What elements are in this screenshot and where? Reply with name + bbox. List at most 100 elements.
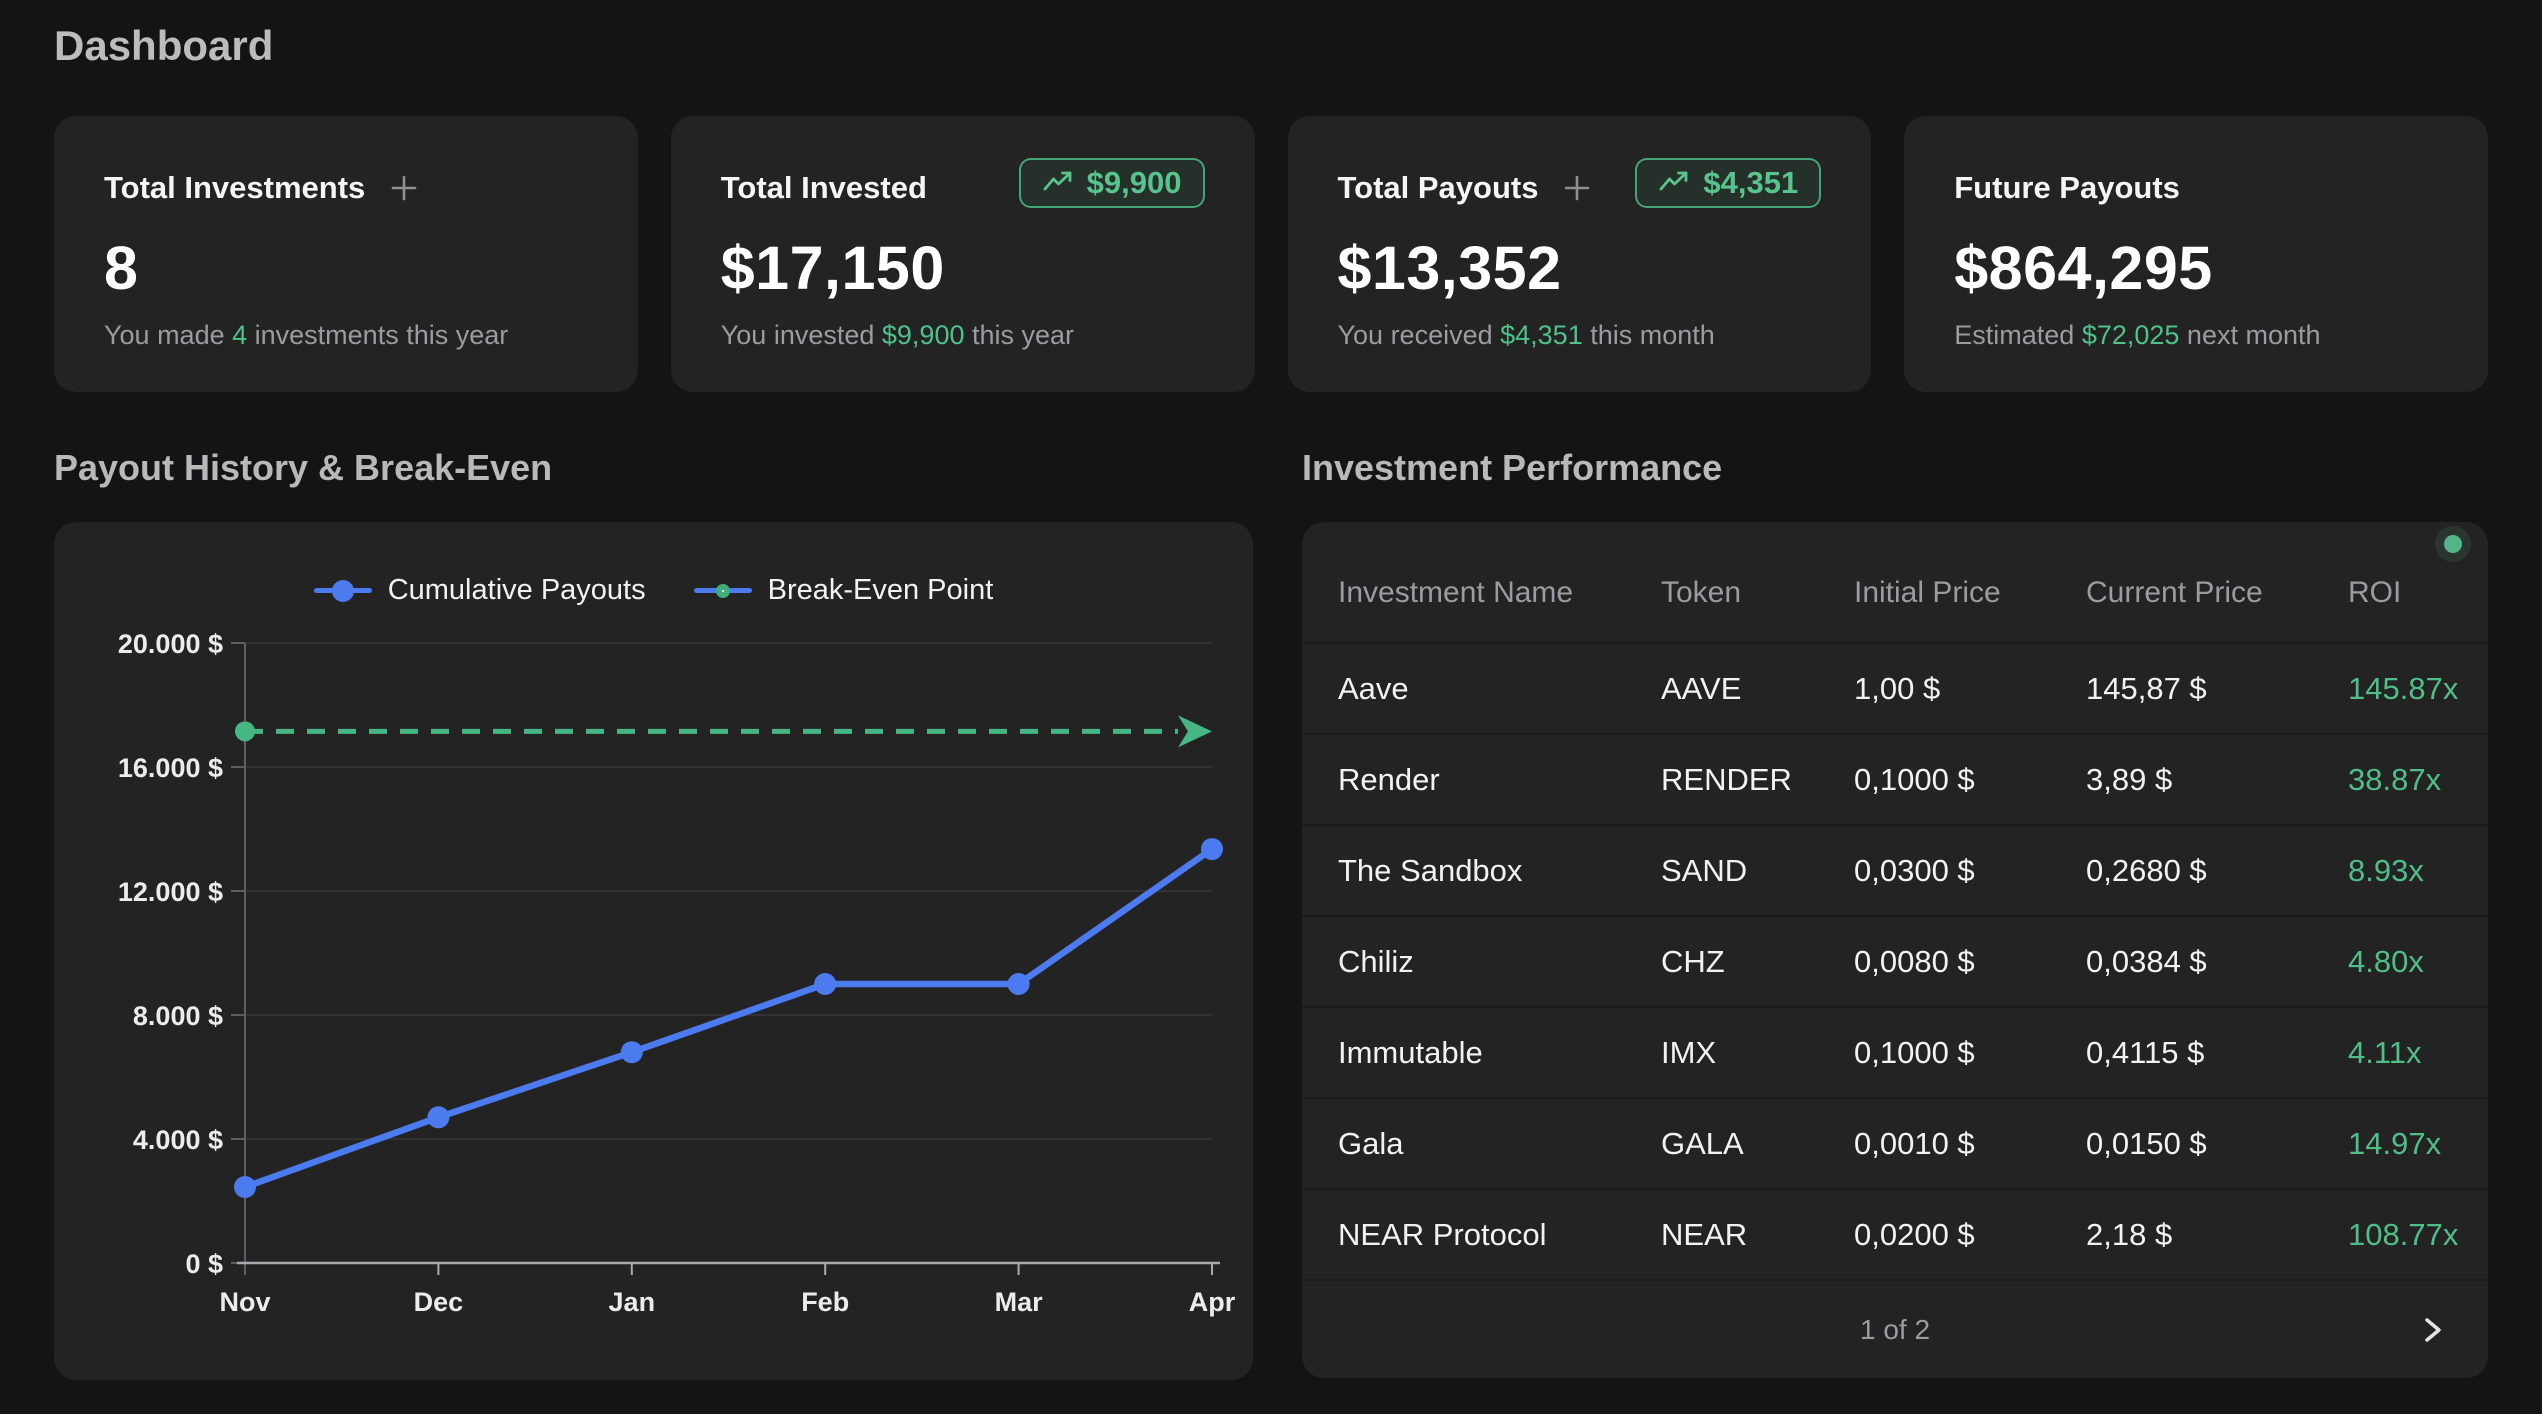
cell-roi: 8.93x <box>2348 853 2452 889</box>
cell-name: Aave <box>1338 671 1661 707</box>
svg-text:12.000 $: 12.000 $ <box>118 877 223 907</box>
table-row-aave: AaveAAVE1,00 $145,87 $145.87x <box>1302 642 2488 733</box>
cell-token: SAND <box>1661 853 1854 889</box>
stat-card-future-payouts: Future Payouts $864,295 Estimated $72,025 … <box>1904 116 2488 392</box>
cell-roi: 4.11x <box>2348 1035 2452 1071</box>
cell-current-price: 145,87 $ <box>2086 671 2348 707</box>
card-subtext-post: next month <box>2179 320 2320 350</box>
plus-icon <box>1562 173 1592 203</box>
trend-badge: $4,351 <box>1635 158 1821 208</box>
cell-name: The Sandbox <box>1338 853 1661 889</box>
cell-token: CHZ <box>1661 944 1854 980</box>
column-header-initial-price: Initial Price <box>1854 576 2086 610</box>
cell-roi: 108.77x <box>2348 1217 2458 1253</box>
card-subtext-pre: You invested <box>721 320 882 350</box>
card-subtext-highlight: $4,351 <box>1500 320 1583 350</box>
card-value: $864,295 <box>1954 236 2438 300</box>
chevron-right-icon <box>2420 1314 2446 1346</box>
card-label: Future Payouts <box>1954 170 2180 206</box>
table-section-title: Investment Performance <box>1302 444 1722 492</box>
cell-initial-price: 0,1000 $ <box>1854 762 2086 798</box>
cell-name: Render <box>1338 762 1661 798</box>
card-header: Total Investments <box>104 166 588 210</box>
legend-label: Break-Even Point <box>768 574 994 607</box>
payout-chart: 0 $4.000 $8.000 $12.000 $16.000 $20.000 … <box>54 622 1253 1380</box>
cell-initial-price: 0,0010 $ <box>1854 1126 2086 1162</box>
live-status-dot-icon <box>2444 535 2462 553</box>
cell-current-price: 0,2680 $ <box>2086 853 2348 889</box>
legend-item-break-even-point[interactable]: Break-Even Point <box>694 574 994 607</box>
cell-current-price: 3,89 $ <box>2086 762 2348 798</box>
next-page-button[interactable] <box>2414 1308 2452 1352</box>
card-value: $13,352 <box>1338 236 1822 300</box>
cell-current-price: 0,0150 $ <box>2086 1126 2348 1162</box>
table-row-the-sandbox: The SandboxSAND0,0300 $0,2680 $8.93x <box>1302 824 2488 915</box>
svg-text:8.000 $: 8.000 $ <box>133 1001 223 1031</box>
card-subtext-pre: Estimated <box>1954 320 2082 350</box>
svg-text:Jan: Jan <box>609 1287 656 1317</box>
table-row-gala: GalaGALA0,0010 $0,0150 $14.97x <box>1302 1097 2488 1188</box>
table-header: Investment NameTokenInitial PriceCurrent… <box>1302 522 2488 642</box>
cell-initial-price: 0,0200 $ <box>1854 1217 2086 1253</box>
cell-token: NEAR <box>1661 1217 1854 1253</box>
table-pagination: 1 of 2 <box>1302 1279 2488 1378</box>
stat-card-total-invested: Total Invested $9,900 $17,150 You invested … <box>671 116 1255 392</box>
card-subtext: Estimated $72,025 next month <box>1954 318 2438 352</box>
trending-up-icon <box>1658 168 1690 198</box>
cell-roi: 145.87x <box>2348 671 2458 707</box>
card-subtext-pre: You received <box>1338 320 1501 350</box>
cell-roi: 14.97x <box>2348 1126 2452 1162</box>
add-button[interactable] <box>1562 173 1592 203</box>
table-row-chiliz: ChilizCHZ0,0080 $0,0384 $4.80x <box>1302 915 2488 1006</box>
stat-cards-row: Total Investments 8 You made 4 investments… <box>54 116 2488 392</box>
cell-token: RENDER <box>1661 762 1854 798</box>
card-subtext-post: investments this year <box>247 320 508 350</box>
trend-badge: $9,900 <box>1019 158 1205 208</box>
column-header-current-price: Current Price <box>2086 576 2348 610</box>
card-header: Future Payouts <box>1954 166 2438 210</box>
table-body: AaveAAVE1,00 $145,87 $145.87x RenderRENDE… <box>1302 642 2488 1279</box>
card-value: $17,150 <box>721 236 1205 300</box>
cell-current-price: 0,0384 $ <box>2086 944 2348 980</box>
card-subtext: You made 4 investments this year <box>104 318 588 352</box>
svg-text:Dec: Dec <box>414 1287 464 1317</box>
card-subtext-highlight: $9,900 <box>882 320 965 350</box>
break-even-marker-icon <box>694 577 752 605</box>
cell-initial-price: 0,0080 $ <box>1854 944 2086 980</box>
cell-current-price: 0,4115 $ <box>2086 1035 2348 1071</box>
dashboard-page: Dashboard Total Investments 8 You made 4 i… <box>0 0 2542 1414</box>
svg-text:Feb: Feb <box>801 1287 849 1317</box>
payout-chart-panel: Cumulative PayoutsBreak-Even Point 0 $4.… <box>54 522 1253 1380</box>
trend-badge-value: $9,900 <box>1087 165 1182 201</box>
svg-text:16.000 $: 16.000 $ <box>118 753 223 783</box>
page-title: Dashboard <box>54 20 273 72</box>
card-subtext-post: this year <box>964 320 1074 350</box>
svg-text:0 $: 0 $ <box>185 1249 223 1279</box>
card-label: Total Invested <box>721 170 927 206</box>
add-button[interactable] <box>389 173 419 203</box>
stat-card-total-investments: Total Investments 8 You made 4 investments… <box>54 116 638 392</box>
column-header-investment-name: Investment Name <box>1338 576 1661 610</box>
cell-roi: 4.80x <box>2348 944 2452 980</box>
investment-table-panel: Investment NameTokenInitial PriceCurrent… <box>1302 522 2488 1378</box>
cell-roi: 38.87x <box>2348 762 2452 798</box>
column-header-roi: ROI <box>2348 576 2452 610</box>
table-row-immutable: ImmutableIMX0,1000 $0,4115 $4.11x <box>1302 1006 2488 1097</box>
card-subtext-highlight: $72,025 <box>2082 320 2180 350</box>
cell-initial-price: 1,00 $ <box>1854 671 2086 707</box>
legend-item-cumulative-payouts[interactable]: Cumulative Payouts <box>314 574 646 607</box>
cell-token: GALA <box>1661 1126 1854 1162</box>
svg-text:Mar: Mar <box>995 1287 1044 1317</box>
table-row-near-protocol: NEAR ProtocolNEAR0,0200 $2,18 $108.77x <box>1302 1188 2488 1279</box>
cell-name: Chiliz <box>1338 944 1661 980</box>
cell-current-price: 2,18 $ <box>2086 1217 2348 1253</box>
card-label: Total Payouts <box>1338 170 1539 206</box>
cell-initial-price: 0,0300 $ <box>1854 853 2086 889</box>
card-value: 8 <box>104 236 588 300</box>
card-subtext-post: this month <box>1583 320 1715 350</box>
card-subtext: You invested $9,900 this year <box>721 318 1205 352</box>
plus-icon <box>389 173 419 203</box>
series-marker-icon <box>314 577 372 605</box>
pagination-label: 1 of 2 <box>1302 1314 2488 1346</box>
trend-badge-value: $4,351 <box>1703 165 1798 201</box>
